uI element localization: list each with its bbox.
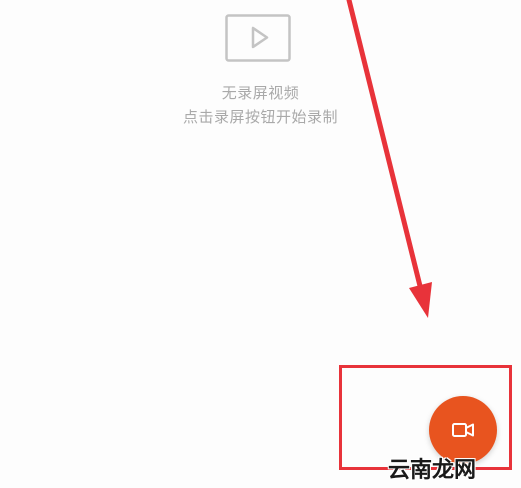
- watermark-logo: 云南龙网: [388, 457, 477, 483]
- video-play-icon: [225, 14, 291, 62]
- video-camera-icon: [452, 423, 474, 437]
- empty-state: 无录屏视频 点击录屏按钮开始录制: [0, 0, 521, 140]
- screen-recorder-page: 无录屏视频 点击录屏按钮开始录制 云南龙网: [0, 0, 521, 488]
- empty-state-title: 无录屏视频: [221, 84, 300, 102]
- empty-state-hint: 点击录屏按钮开始录制: [182, 108, 338, 126]
